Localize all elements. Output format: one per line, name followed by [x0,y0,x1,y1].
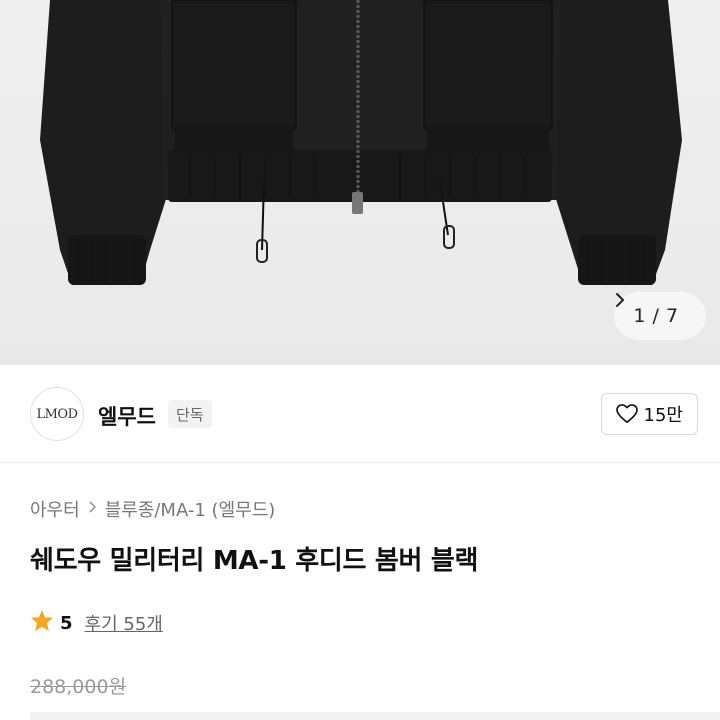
breadcrumb: 아우터 블루종/MA-1 (엘무드) [30,496,275,522]
rating-row: 5 후기 55개 [30,609,163,637]
like-button[interactable]: 15만 [600,393,698,435]
chevron-right-icon [88,499,97,519]
product-image[interactable]: 1 / 7 [0,0,720,365]
image-counter[interactable]: 1 / 7 [614,292,706,340]
brand-logo[interactable]: LMOD [30,387,84,441]
breadcrumb-item-category[interactable]: 블루종/MA-1 (엘무드) [105,496,276,522]
breadcrumb-item-outer[interactable]: 아우터 [30,496,80,522]
brand-row: LMOD 엘무드 단독 15만 [0,365,720,463]
image-counter-text: 1 / 7 [633,305,679,327]
rating-score: 5 [60,612,73,634]
brand-name[interactable]: 엘무드 [98,401,156,431]
jacket-illustration [40,0,682,285]
brand-logo-text: LMOD [36,406,78,422]
star-icon [30,609,54,637]
heart-outline-icon [615,404,638,424]
original-price: 288,000원 [30,676,127,698]
reviews-link[interactable]: 후기 55개 [85,610,163,636]
divider [30,712,720,720]
exclusive-badge: 단독 [168,400,212,428]
like-count: 15만 [643,405,683,426]
product-title: 쉐도우 밀리터리 MA-1 후디드 봄버 블랙 [30,546,479,576]
